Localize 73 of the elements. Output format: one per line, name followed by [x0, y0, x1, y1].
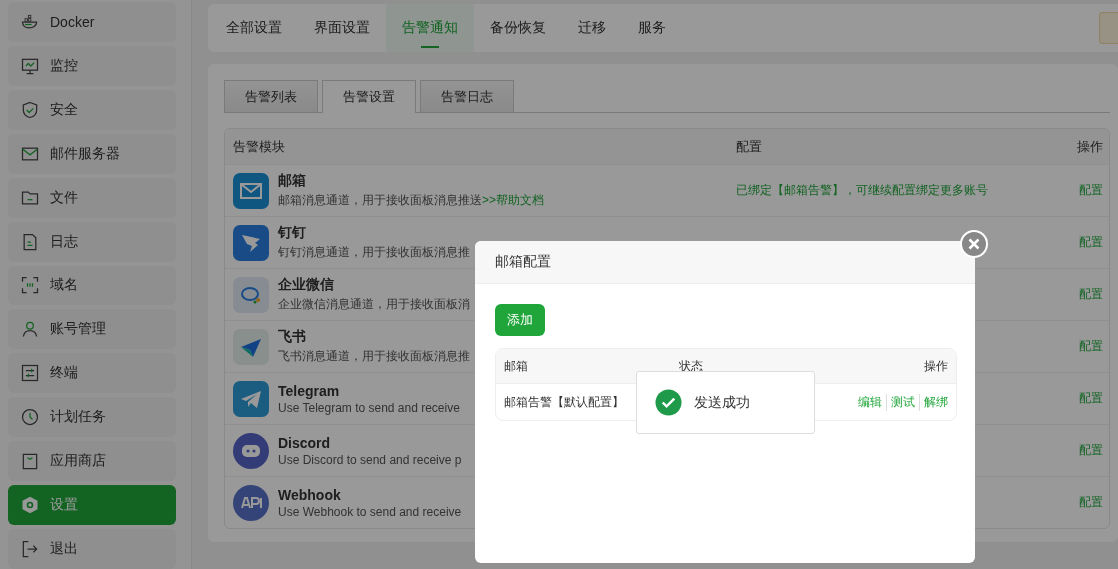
channel-description: 钉钉消息通道，用于接收面板消息推	[278, 244, 470, 261]
sidebar-item[interactable]: Docker	[8, 2, 176, 42]
chat-bubble-icon	[233, 276, 269, 313]
gamepad-icon	[233, 432, 269, 469]
wing-icon	[233, 224, 269, 261]
mailbox-name: 邮箱告警【默认配置】	[504, 393, 624, 411]
column-header: 状态	[679, 357, 703, 375]
shield-icon	[20, 99, 40, 120]
configure-link[interactable]: 配置	[1049, 338, 1109, 355]
column-header: 操作	[1076, 137, 1104, 156]
sidebar-item[interactable]: 应用商店	[8, 441, 176, 482]
settings-tab[interactable]: 备份恢复	[474, 4, 562, 52]
sidebar-item[interactable]: 文件	[8, 177, 176, 218]
scan-frame-icon	[20, 275, 40, 296]
help-link[interactable]: >>帮助文档	[482, 193, 544, 207]
settings-tab[interactable]: 界面设置	[298, 4, 386, 52]
column-header: 邮箱	[504, 357, 528, 375]
sidebar-item[interactable]: 域名	[8, 265, 176, 306]
dialog-title: 邮箱配置	[475, 241, 975, 284]
alert-tab[interactable]: 告警设置	[322, 80, 416, 113]
sidebar-item[interactable]: 日志	[8, 221, 176, 262]
column-header: 操作	[924, 357, 948, 375]
channel-description: 邮箱消息通道，用于接收面板消息推送>>帮助文档	[278, 192, 544, 209]
channel-name: Discord	[278, 434, 332, 451]
channel-description: 企业微信消息通道，用于接收面板消	[278, 296, 470, 313]
user-icon	[20, 319, 40, 340]
channel-description: Use Telegram to send and receive	[278, 400, 460, 415]
channel-name: 企业微信	[278, 276, 335, 294]
toast-message: 发送成功	[694, 393, 750, 412]
binding-status: 已绑定【邮箱告警】，可继续配置绑定更多账号	[735, 182, 989, 199]
sidebar-item[interactable]: 账号管理	[8, 309, 176, 350]
channel-name: Webhook	[278, 486, 342, 503]
column-header: 配置	[735, 137, 763, 156]
clock-icon	[20, 407, 40, 428]
channel-name: 飞书	[278, 328, 307, 346]
sidebar-item[interactable]: 邮件服务器	[8, 133, 176, 174]
api-icon	[233, 484, 269, 521]
paper-plane-icon	[233, 380, 269, 417]
sidebar-item[interactable]: 终端	[8, 353, 176, 394]
channel-name: 邮箱	[278, 172, 307, 190]
settings-tab[interactable]: 服务	[622, 4, 682, 52]
sliders-icon	[20, 363, 40, 384]
action-link[interactable]: 测试	[886, 393, 919, 411]
channel-description: Use Discord to send and receive p	[278, 452, 462, 467]
configure-link[interactable]: 配置	[1049, 182, 1109, 199]
sidebar-item[interactable]: 监控	[8, 45, 176, 86]
alert-tab[interactable]: 告警列表	[224, 80, 318, 112]
alert-tab[interactable]: 告警日志	[420, 80, 514, 112]
configure-link[interactable]: 配置	[1049, 286, 1109, 303]
settings-tab[interactable]: 迁移	[562, 4, 622, 52]
channel-description: Use Webhook to send and receive	[278, 504, 462, 519]
configure-link[interactable]: 配置	[1049, 442, 1109, 459]
success-icon	[655, 389, 682, 416]
settings-tab[interactable]: 全部设置	[210, 4, 298, 52]
sidebar-item[interactable]: 安全	[8, 89, 176, 130]
hexagon-icon	[20, 495, 40, 516]
column-header: 告警模块	[232, 137, 286, 156]
envelope-icon	[233, 172, 269, 209]
paper-plane-icon	[233, 328, 269, 365]
configure-link[interactable]: 配置	[1049, 494, 1109, 511]
configure-link[interactable]: 配置	[1049, 234, 1109, 251]
add-button[interactable]: 添加	[495, 304, 545, 336]
action-link[interactable]: 解绑	[919, 393, 948, 411]
channel-description: 飞书消息通道，用于接收面板消息推	[278, 348, 470, 365]
bag-icon	[20, 451, 40, 472]
channel-name: Telegram	[278, 382, 341, 399]
sidebar-item[interactable]: 设置	[8, 485, 176, 526]
channel-name: 钉钉	[278, 224, 307, 242]
configure-link[interactable]: 配置	[1049, 390, 1109, 407]
sidebar-item[interactable]: 退出	[8, 529, 176, 569]
logout-icon	[20, 539, 40, 559]
sidebar-item[interactable]: 计划任务	[8, 397, 176, 438]
action-link[interactable]: 编辑	[854, 393, 886, 411]
